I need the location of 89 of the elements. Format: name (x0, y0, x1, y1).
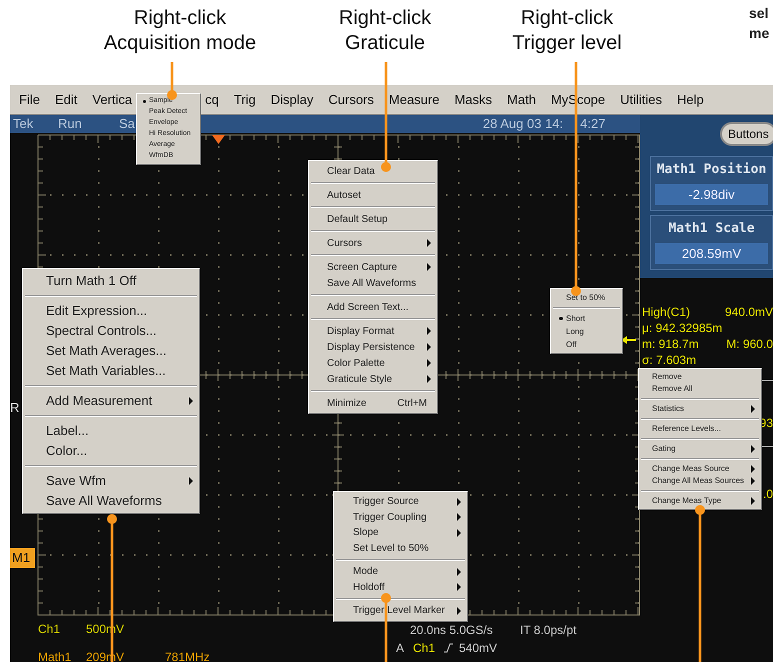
value-field[interactable]: -2.98div (655, 184, 768, 205)
menu-bar-item[interactable]: Cursors (328, 90, 374, 110)
measurement-text: 940.0mV (724, 304, 773, 320)
math-marker: M1 (10, 548, 35, 568)
menu-item[interactable]: Set Math Variables... (23, 361, 199, 381)
menu-bar-item[interactable]: Edit (54, 90, 78, 110)
menu-bar-item[interactable]: Help (677, 90, 704, 110)
menu-item[interactable]: Change All Meas Sources (639, 475, 761, 487)
menu-item[interactable]: Slope (334, 525, 467, 540)
callout-caption: Right-click Graticule (338, 6, 432, 56)
measurement-text: High(C1) (642, 304, 690, 320)
menu-item[interactable]: Display Persistence (309, 339, 437, 355)
menu-item[interactable]: Trigger Coupling (334, 510, 467, 525)
trigger-level-arrow-icon (621, 336, 636, 344)
menu-item[interactable]: Add Measurement (23, 391, 199, 411)
measurement-text: m: 918.7m (642, 336, 699, 352)
menu-item[interactable]: Cursors (309, 235, 437, 251)
menu-bar-item[interactable]: Measure (388, 90, 440, 110)
date-time: 4:27 (580, 115, 606, 133)
menu-item[interactable]: Default Setup (309, 211, 437, 227)
channel-readout: Ch1 (38, 621, 62, 638)
menu-item[interactable]: Color Palette (309, 355, 437, 371)
menu-bar-item[interactable]: Math (507, 90, 536, 110)
menu-item[interactable]: Remove (639, 371, 761, 383)
menu-item[interactable]: Screen Capture (309, 259, 437, 275)
menu-item[interactable]: Change Meas Source (639, 463, 761, 475)
menu-item[interactable]: Turn Math 1 Off (23, 271, 199, 291)
caption-text: me (749, 24, 770, 43)
menu-bar-item[interactable]: File (19, 90, 40, 110)
menu-bar-item[interactable]: Trig (234, 90, 256, 110)
measurement-text: μ: 942.32985m (642, 320, 722, 336)
menu-item[interactable]: Trigger Source (334, 494, 467, 510)
shortcut-text: Ctrl+M (397, 396, 427, 410)
menu-item[interactable]: Save All Waveforms (309, 275, 437, 291)
menu-item[interactable]: Remove All (639, 383, 761, 395)
menu-item[interactable]: Clear Data (309, 163, 437, 179)
brand-label: Tek (13, 115, 34, 133)
trigger-source: Ch1 (413, 640, 436, 657)
menu-item[interactable]: Add Screen Text... (309, 299, 437, 315)
panel-title: Math1 Position (656, 161, 768, 179)
date-time: 28 Aug 03 14: (482, 115, 564, 133)
channel-readout: Math1 (38, 649, 72, 662)
menu-item[interactable]: Minimize Ctrl+M (309, 395, 437, 411)
menu-item[interactable]: Long (551, 325, 622, 338)
run-state: Run (58, 115, 83, 133)
buttons-button[interactable]: Buttons (720, 122, 773, 146)
menu-item[interactable]: Change Meas Type (639, 495, 761, 507)
timebase-readout: 20.0ns 5.0GS/s (410, 622, 494, 639)
menu-item[interactable]: Reference Levels... (639, 423, 761, 435)
measurement-text: .0 (762, 486, 773, 503)
measurement-text: M: 960.0 (726, 336, 773, 352)
caption-text: sel (749, 4, 770, 23)
menu-item[interactable]: Set to 50% (551, 291, 622, 304)
menu-bar-item[interactable]: cq (205, 90, 219, 110)
channel-readout: 781MHz (165, 649, 211, 662)
trigger-position-icon (212, 135, 225, 144)
menu-item[interactable]: Save All Waveforms (23, 491, 199, 511)
value-field[interactable]: 208.59mV (655, 242, 768, 264)
menu-item[interactable]: Display Format (309, 323, 437, 339)
menu-item[interactable]: Graticule Style (309, 371, 437, 387)
acquisition-state: Sa (119, 115, 135, 133)
menu-item[interactable]: Set Level to 50% (334, 540, 467, 556)
menu-bar-item[interactable]: Utilities (620, 90, 662, 110)
slope-icon (443, 643, 453, 653)
menu-item[interactable]: Short (551, 312, 622, 325)
menu-item[interactable]: Edit Expression... (23, 301, 199, 321)
measurement-text: σ: 7.603m (642, 352, 696, 368)
menu-item[interactable]: Gating (639, 443, 761, 455)
trigger-label: A (396, 640, 406, 657)
menu-item[interactable]: Set Math Averages... (23, 341, 199, 361)
menu-item[interactable]: Autoset (309, 187, 437, 203)
reference-marker: R (10, 399, 20, 417)
menu-item[interactable]: Spectral Controls... (23, 321, 199, 341)
menu-item[interactable]: Color... (23, 441, 199, 461)
record-readout: IT 8.0ps/pt (520, 622, 576, 639)
menu-bar-item[interactable]: Masks (454, 90, 492, 110)
menu-bar-item[interactable]: Display (270, 90, 314, 110)
menu-item[interactable]: Save Wfm (23, 471, 199, 491)
menu-item[interactable]: Statistics (639, 403, 761, 415)
callout-caption: Right-click Acquisition mode (104, 6, 256, 56)
menu-item[interactable]: Label... (23, 421, 199, 441)
menu-item[interactable]: Mode (334, 564, 467, 580)
menu-item[interactable]: Trigger Level Marker (334, 603, 467, 618)
callout-caption: Right-click Trigger level (512, 6, 622, 56)
trigger-level: 540mV (459, 640, 498, 657)
panel-title: Math1 Scale (667, 220, 756, 238)
menu-item[interactable]: Holdoff (334, 580, 467, 595)
menu-bar-item[interactable]: Vertica (92, 90, 132, 110)
menu-item[interactable]: Off (551, 338, 622, 351)
